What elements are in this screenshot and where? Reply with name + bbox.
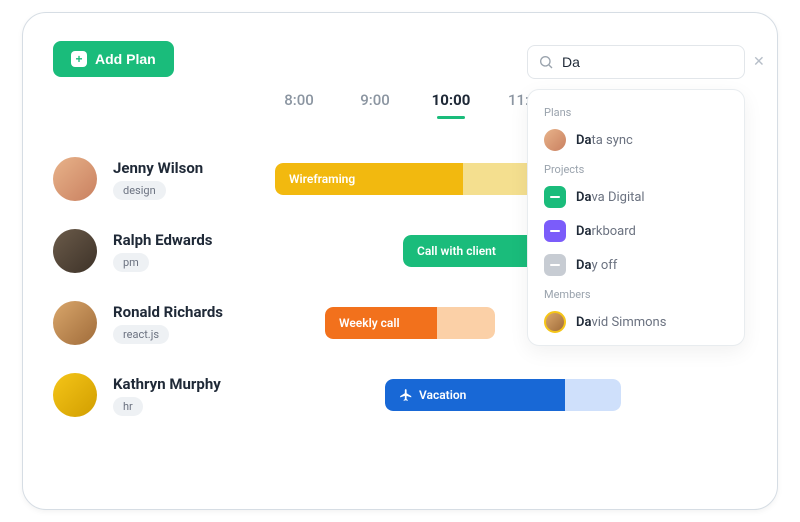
person-row: Kathryn Murphy hr Vacation (53, 359, 747, 431)
task-label: Call with client (417, 244, 496, 258)
search-box[interactable]: ✕ (527, 45, 745, 79)
person-tag: hr (113, 397, 143, 416)
dropdown-item-text: Darkboard (576, 224, 636, 239)
person-info: Ronald Richards react.js (113, 303, 223, 344)
task-area: Vacation (275, 359, 747, 431)
task-bar-vacation[interactable]: Vacation (385, 379, 621, 411)
planner-card: + Add Plan 8:00 9:00 10:00 11:00 Jenny W… (22, 12, 778, 510)
dropdown-item-text: Data sync (576, 133, 633, 148)
dropdown-section-label: Members (528, 282, 744, 305)
person-info: Ralph Edwards pm (113, 231, 212, 272)
search-dropdown: Plans Data sync Projects Dava Digital Da… (527, 89, 745, 346)
airplane-icon (399, 388, 413, 402)
add-plan-button[interactable]: + Add Plan (53, 41, 174, 77)
avatar[interactable] (53, 301, 97, 345)
folder-icon (544, 186, 566, 208)
timeline-header: 8:00 9:00 10:00 11:00 (275, 91, 551, 119)
search-input[interactable] (562, 54, 743, 70)
clear-search-icon[interactable]: ✕ (751, 54, 767, 70)
task-bar-weekly-call[interactable]: Weekly call (325, 307, 495, 339)
search-panel: ✕ Plans Data sync Projects Dava Digital … (527, 45, 745, 346)
avatar-icon (544, 311, 566, 333)
person-name: Jenny Wilson (113, 159, 203, 177)
task-label: Wireframing (289, 172, 355, 186)
avatar[interactable] (53, 373, 97, 417)
dropdown-item-project[interactable]: Darkboard (528, 214, 744, 248)
folder-icon (544, 220, 566, 242)
dropdown-item-text: David Simmons (576, 315, 666, 330)
person-name: Ronald Richards (113, 303, 223, 321)
avatar[interactable] (53, 157, 97, 201)
task-label: Weekly call (339, 316, 400, 330)
dropdown-section-label: Projects (528, 157, 744, 180)
dropdown-item-project[interactable]: Dava Digital (528, 180, 744, 214)
search-icon (538, 54, 554, 70)
time-tick-active[interactable]: 10:00 (427, 91, 475, 119)
avatar-icon (544, 129, 566, 151)
person-tag: design (113, 181, 166, 200)
person-info: Kathryn Murphy hr (113, 375, 221, 416)
folder-icon (544, 254, 566, 276)
dropdown-item-plan[interactable]: Data sync (528, 123, 744, 157)
add-plan-label: Add Plan (95, 51, 156, 67)
task-bar-wireframing[interactable]: Wireframing (275, 163, 549, 195)
dropdown-item-text: Dava Digital (576, 190, 645, 205)
dropdown-item-project[interactable]: Day off (528, 248, 744, 282)
person-name: Kathryn Murphy (113, 375, 221, 393)
avatar[interactable] (53, 229, 97, 273)
person-name: Ralph Edwards (113, 231, 212, 249)
time-tick[interactable]: 8:00 (275, 91, 323, 119)
time-tick[interactable]: 9:00 (351, 91, 399, 119)
person-tag: react.js (113, 325, 169, 344)
dropdown-item-member[interactable]: David Simmons (528, 305, 744, 339)
person-info: Jenny Wilson design (113, 159, 203, 200)
dropdown-item-text: Day off (576, 258, 617, 273)
task-label: Vacation (419, 388, 466, 402)
dropdown-section-label: Plans (528, 100, 744, 123)
person-tag: pm (113, 253, 149, 272)
plus-icon: + (71, 51, 87, 67)
